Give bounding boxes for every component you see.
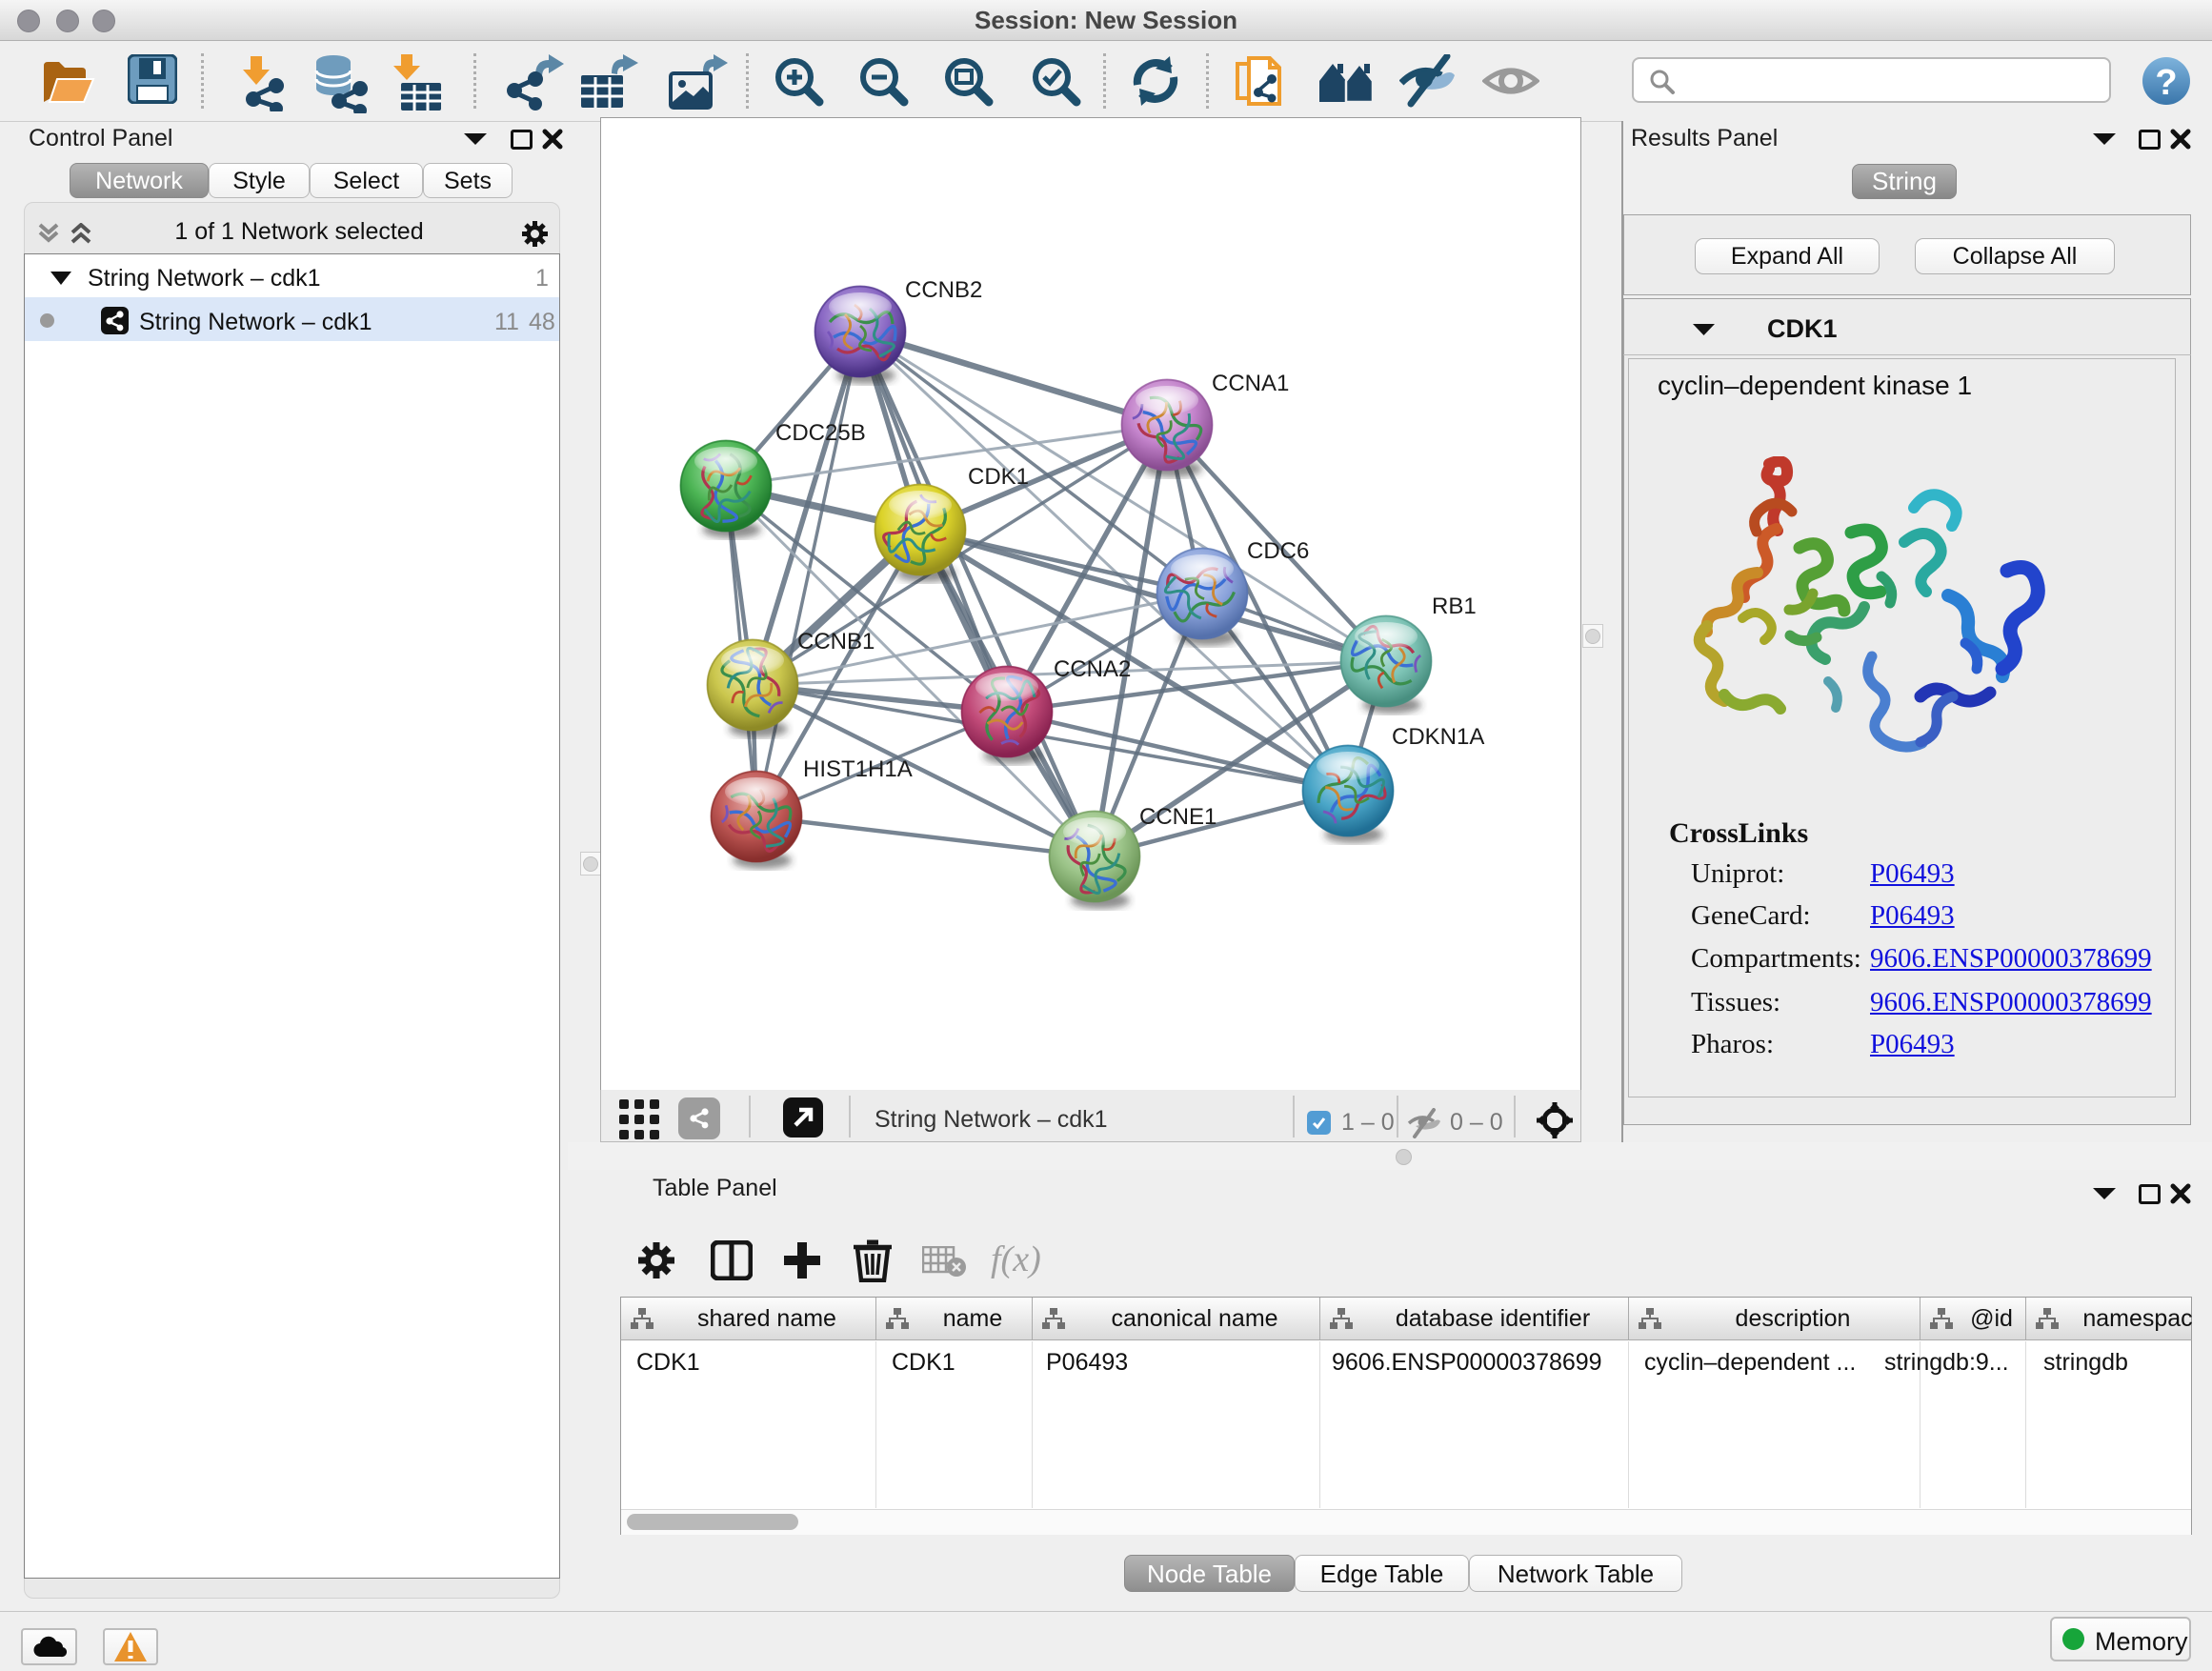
svg-text:CDK1: CDK1: [968, 464, 1029, 490]
svg-text:CCNA1: CCNA1: [1212, 371, 1289, 396]
svg-text:CDC6: CDC6: [1247, 538, 1309, 564]
svg-text:CCNB1: CCNB1: [797, 629, 875, 654]
svg-text:?: ?: [2155, 63, 2177, 103]
svg-text:CCNB2: CCNB2: [905, 277, 982, 303]
svg-text:HIST1H1A: HIST1H1A: [803, 756, 913, 782]
svg-text:CDC25B: CDC25B: [775, 420, 866, 446]
svg-text:CCNE1: CCNE1: [1139, 804, 1217, 830]
svg-text:CCNA2: CCNA2: [1054, 656, 1131, 682]
svg-text:CDKN1A: CDKN1A: [1392, 724, 1484, 750]
svg-text:RB1: RB1: [1432, 594, 1477, 619]
